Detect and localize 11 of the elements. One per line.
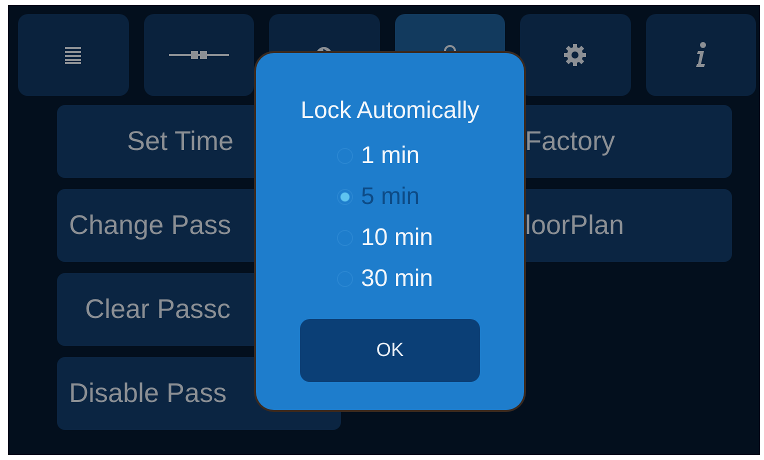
option-label[interactable]: 30 min (360, 264, 434, 292)
tab-button[interactable] (144, 14, 254, 96)
tab-button[interactable] (520, 14, 630, 96)
settings-icon (564, 44, 586, 66)
info-icon (694, 42, 707, 68)
option-label[interactable]: 10 min (360, 224, 434, 252)
connector-icon (168, 50, 229, 60)
ok-button[interactable]: OK (300, 319, 480, 382)
list-icon (64, 46, 82, 64)
option-label[interactable]: 1 min (360, 142, 420, 170)
radio-button[interactable] (336, 188, 353, 204)
